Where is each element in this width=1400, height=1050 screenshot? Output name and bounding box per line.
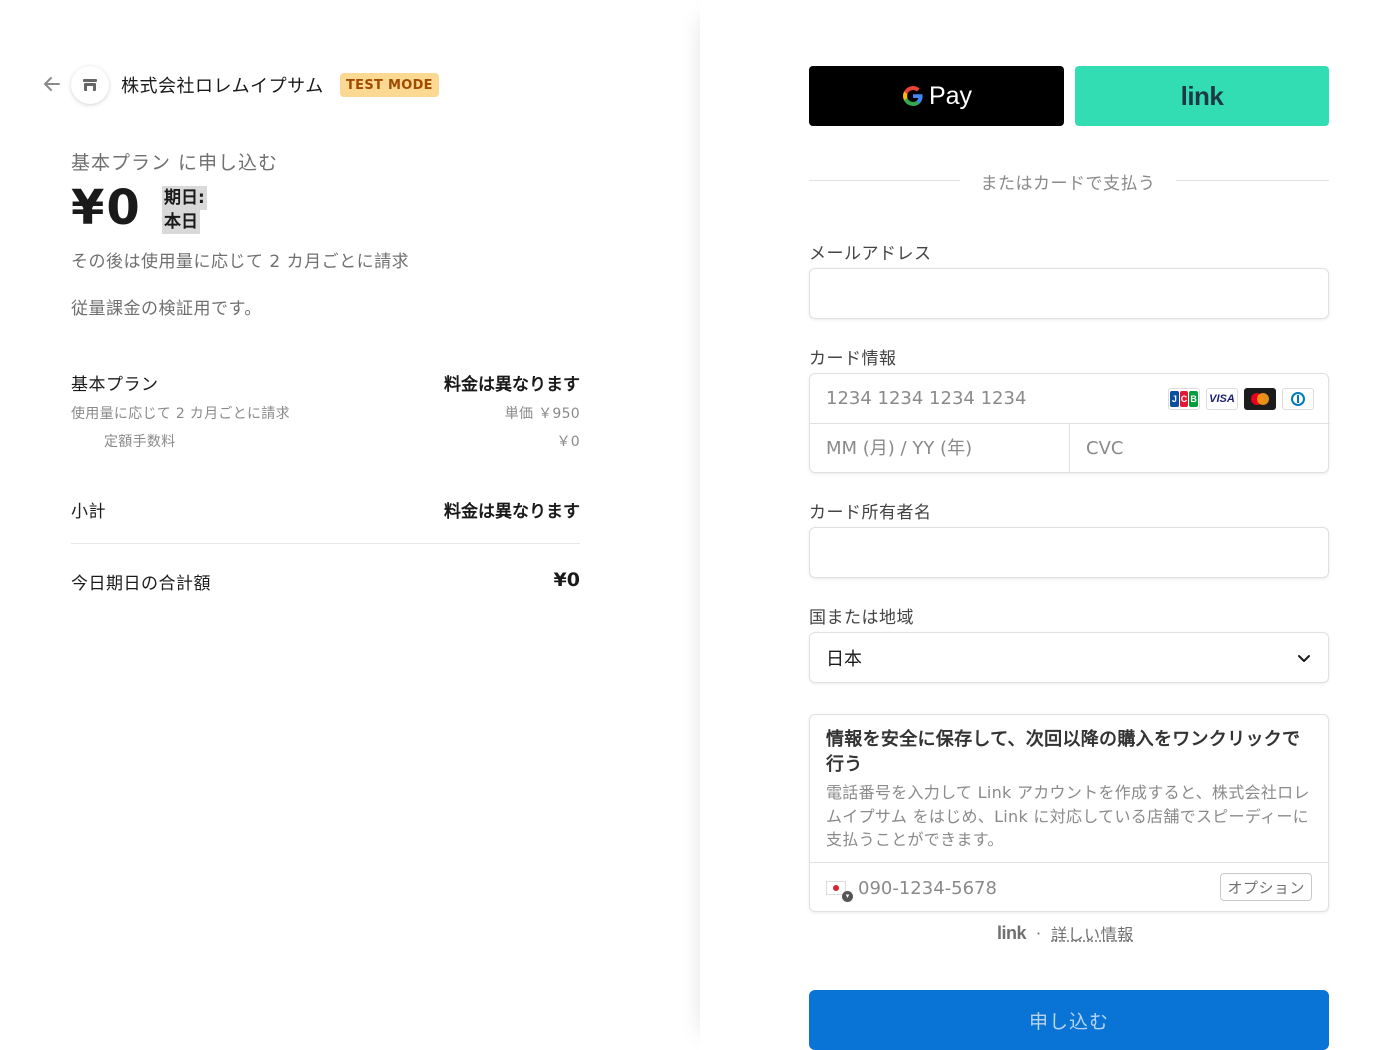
link-save-description: 電話番号を入力して Link アカウントを作成すると、株式会社ロレムイプサム を… — [826, 783, 1310, 849]
line-item-name: 基本プラン — [71, 375, 159, 395]
footer-separator: · — [1036, 923, 1042, 943]
subscribe-button[interactable]: 申し込む — [809, 990, 1329, 1050]
line-item-usage-note: 使用量に応じて 2 カ月ごとに請求 — [71, 406, 290, 422]
line-item-usage-row: 使用量に応じて 2 カ月ごとに請求 単価 ￥950 — [71, 403, 580, 423]
google-pay-button[interactable]: Pay — [809, 66, 1064, 126]
link-logo: link — [1180, 80, 1224, 111]
due-value: 本日 — [162, 210, 200, 234]
total-row: 今日期日の合計額 ¥0 — [71, 569, 580, 594]
cardholder-field-wrap — [809, 527, 1329, 578]
cardholder-input[interactable] — [810, 528, 1328, 577]
card-number-wrap: J C B VISA — [810, 374, 1330, 424]
store-icon — [71, 66, 109, 104]
link-footer-logo: link — [997, 922, 1027, 943]
phone-row: ▾ オプション — [810, 862, 1328, 913]
subtotal-value: 料金は異なります — [444, 502, 580, 522]
line-item-row: 基本プラン 料金は異なります — [71, 370, 580, 395]
optional-badge: オプション — [1220, 873, 1312, 901]
cardholder-label: カード所有者名 — [809, 503, 932, 523]
google-pay-label: Pay — [928, 81, 973, 110]
card-expiry-input[interactable] — [810, 424, 1069, 473]
order-summary-panel: 株式会社ロレムイプサム TEST MODE 基本プラン に申し込む ¥0 期日:… — [0, 0, 700, 1050]
country-value: 日本 — [826, 648, 862, 670]
link-save-box: 情報を安全に保存して、次回以降の購入をワンクリックで行う 電話番号を入力して L… — [809, 714, 1329, 913]
email-field[interactable] — [810, 269, 1328, 318]
link-footer: link · 詳しい情報 — [997, 921, 1134, 945]
email-label: メールアドレス — [809, 244, 932, 264]
link-pay-button[interactable]: link — [1075, 66, 1329, 126]
total-value: ¥0 — [553, 569, 580, 591]
merchant-name: 株式会社ロレムイプサム — [121, 76, 324, 97]
jcb-icon: J C B — [1168, 388, 1200, 410]
email-field-wrap — [809, 268, 1329, 319]
or-divider-left — [809, 180, 960, 181]
test-mode-badge: TEST MODE — [340, 73, 439, 97]
learn-more-link[interactable]: 詳しい情報 — [1051, 921, 1134, 945]
price-amount: ¥0 — [71, 180, 142, 236]
subtotal-row: 小計 料金は異なります — [71, 497, 580, 522]
country-label: 国または地域 — [809, 608, 914, 628]
line-item-unit-price: 単価 ￥950 — [504, 406, 580, 422]
due-info: 期日: 本日 — [162, 186, 207, 234]
billing-note: その後は使用量に応じて 2 カ月ごとに請求 — [71, 252, 410, 272]
summary-divider — [71, 543, 580, 544]
phone-input[interactable] — [858, 863, 1198, 913]
country-code-chevron-icon[interactable]: ▾ — [842, 891, 853, 902]
card-brands: J C B VISA — [1168, 388, 1314, 410]
due-label: 期日: — [162, 186, 207, 210]
card-info-group: J C B VISA — [809, 373, 1330, 473]
plan-description: 従量課金の検証用です。 — [71, 299, 262, 319]
chevron-down-icon — [1298, 654, 1310, 662]
card-cvc-input[interactable] — [1070, 424, 1329, 473]
fixed-fee-label: 定額手数料 — [104, 434, 176, 450]
total-label: 今日期日の合計額 — [71, 574, 211, 594]
fixed-fee-value: ￥0 — [556, 434, 580, 450]
fixed-fee-row: 定額手数料 ￥0 — [71, 431, 580, 451]
card-expiry-wrap — [810, 424, 1070, 473]
mastercard-icon — [1244, 388, 1276, 410]
card-cvc-wrap — [1070, 424, 1329, 473]
plan-subscribe-heading: 基本プラン に申し込む — [71, 152, 279, 174]
or-pay-with-card: またはカードで支払う — [980, 174, 1156, 194]
subtotal-label: 小計 — [71, 502, 106, 522]
or-divider-right — [1176, 180, 1329, 181]
line-item-price: 料金は異なります — [444, 375, 580, 395]
card-info-label: カード情報 — [809, 349, 897, 369]
link-save-title: 情報を安全に保存して、次回以降の購入をワンクリックで行う — [826, 729, 1301, 775]
visa-icon: VISA — [1206, 388, 1238, 410]
country-select[interactable]: 日本 — [809, 632, 1329, 683]
arrow-left-icon[interactable] — [40, 72, 64, 96]
diners-icon — [1282, 388, 1314, 410]
google-g-icon — [902, 86, 923, 106]
